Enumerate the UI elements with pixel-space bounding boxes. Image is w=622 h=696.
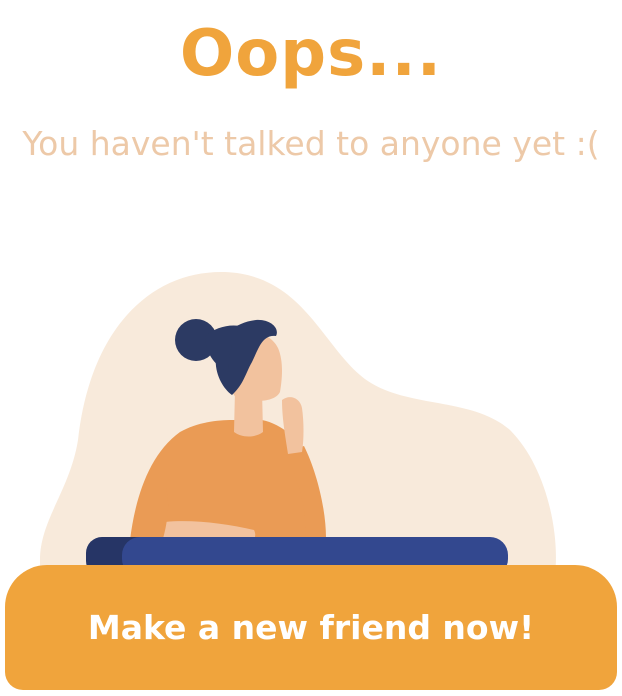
empty-state-message: You haven't talked to anyone yet :( (22, 124, 600, 163)
woman-thinking-illustration (40, 271, 556, 577)
empty-chats-screen: Oops... You haven't talked to anyone yet… (0, 0, 622, 696)
page-title: Oops... (179, 17, 443, 91)
make-new-friend-button[interactable]: Make a new friend now! (5, 565, 617, 690)
